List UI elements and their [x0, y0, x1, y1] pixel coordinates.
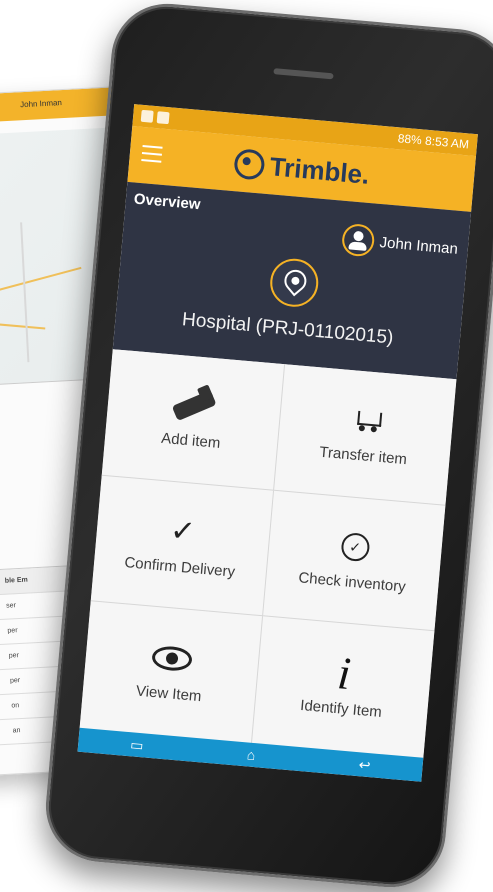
- menu-icon[interactable]: [141, 145, 163, 163]
- drill-icon: [171, 387, 217, 425]
- add-item-label: Add item: [160, 430, 222, 453]
- check-icon: ✓: [168, 514, 197, 550]
- notification-icon: [140, 109, 154, 123]
- action-grid: Add item Transfer item ✓ Confirm Deliver…: [79, 349, 457, 758]
- battery-level: 88%: [397, 131, 423, 148]
- transfer-item-tile[interactable]: Transfer item: [273, 364, 457, 506]
- transfer-item-label: Transfer item: [318, 443, 408, 469]
- status-icons: [140, 109, 170, 125]
- project-name[interactable]: Hospital (PRJ-01102015): [115, 303, 461, 355]
- brand-name: Trimble.: [268, 150, 371, 190]
- back-button[interactable]: ↩: [358, 756, 371, 774]
- location-pin-icon: [279, 265, 311, 297]
- home-button[interactable]: ⌂: [246, 746, 256, 763]
- map-road: [20, 222, 30, 363]
- user-icon: [340, 222, 376, 258]
- notification-icon: [156, 111, 170, 125]
- check-inventory-label: Check inventory: [297, 569, 407, 596]
- phone-frame: 88% 8:53 AM Trimble. Overview John Inman…: [41, 0, 493, 892]
- project-location-icon[interactable]: [267, 256, 320, 309]
- info-icon: i: [335, 647, 353, 700]
- overview-title: Overview: [133, 190, 202, 214]
- recents-button[interactable]: ▭: [130, 736, 145, 754]
- map-road: [0, 266, 82, 300]
- phone-speaker: [273, 68, 334, 80]
- eye-icon: [150, 640, 193, 677]
- brand-logo: Trimble.: [232, 148, 371, 191]
- check-circle-icon: ✓: [340, 529, 371, 565]
- confirm-delivery-tile[interactable]: ✓ Confirm Delivery: [90, 475, 274, 617]
- check-inventory-tile[interactable]: ✓ Check inventory: [262, 490, 446, 632]
- view-item-label: View Item: [135, 682, 203, 706]
- view-item-tile[interactable]: View Item: [79, 601, 263, 743]
- status-right: 88% 8:53 AM: [397, 131, 469, 151]
- confirm-delivery-label: Confirm Delivery: [123, 554, 236, 581]
- add-item-tile[interactable]: Add item: [101, 349, 285, 491]
- cart-icon: [350, 403, 383, 439]
- identify-item-tile[interactable]: i Identify Item: [251, 617, 434, 758]
- trimble-icon: [232, 148, 266, 181]
- overview-panel: Overview John Inman Hospital (PRJ-011020…: [112, 181, 472, 380]
- clock: 8:53 AM: [424, 133, 470, 152]
- identify-item-label: Identify Item: [299, 697, 383, 722]
- background-user-label: John Inman: [19, 98, 63, 110]
- user-name: John Inman: [378, 233, 459, 258]
- phone-screen: 88% 8:53 AM Trimble. Overview John Inman…: [77, 104, 478, 782]
- user-profile[interactable]: John Inman: [340, 222, 459, 265]
- map-road: [0, 319, 46, 330]
